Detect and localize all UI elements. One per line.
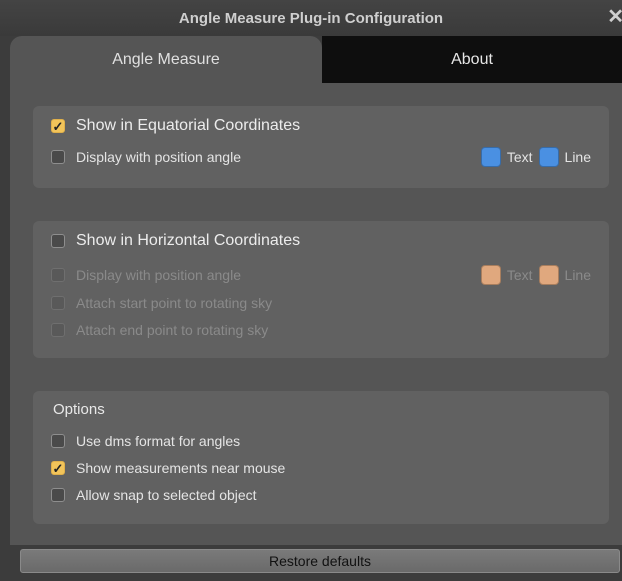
attach-end-label: Attach end point to rotating sky bbox=[76, 322, 269, 338]
horizontal-line-color-swatch[interactable] bbox=[538, 265, 559, 285]
horizontal-position-angle-label: Display with position angle bbox=[76, 267, 241, 283]
checkbox-icon[interactable] bbox=[51, 434, 65, 448]
equatorial-label: Show in Equatorial Coordinates bbox=[76, 117, 301, 134]
tab-about[interactable]: About bbox=[322, 36, 622, 83]
checkbox-icon[interactable] bbox=[51, 234, 65, 248]
equatorial-text-color-label: Text bbox=[506, 149, 533, 165]
checkbox-icon[interactable] bbox=[51, 268, 65, 282]
horizontal-text-color-label: Text bbox=[506, 267, 533, 283]
equatorial-color-controls: Text Line bbox=[475, 146, 591, 168]
checkbox-checked-icon[interactable]: ✓ bbox=[51, 461, 65, 475]
close-icon[interactable]: ✕ bbox=[607, 7, 622, 27]
dms-format-option[interactable]: Use dms format for angles bbox=[51, 430, 240, 452]
near-mouse-option[interactable]: ✓ Show measurements near mouse bbox=[51, 457, 285, 479]
tab-content-panel: ✓ Show in Equatorial Coordinates Display… bbox=[10, 83, 622, 545]
near-mouse-label: Show measurements near mouse bbox=[76, 460, 286, 476]
attach-end-option[interactable]: Attach end point to rotating sky bbox=[51, 319, 268, 341]
window-title: Angle Measure Plug-in Configuration bbox=[178, 9, 444, 27]
window-titlebar: Angle Measure Plug-in Configuration ✕ bbox=[0, 0, 622, 36]
equatorial-position-angle-option[interactable]: Display with position angle bbox=[51, 146, 241, 168]
checkbox-icon[interactable] bbox=[51, 296, 65, 310]
tab-angle-measure[interactable]: Angle Measure bbox=[10, 36, 322, 83]
equatorial-position-angle-label: Display with position angle bbox=[76, 149, 241, 165]
checkbox-checked-icon[interactable]: ✓ bbox=[51, 119, 65, 133]
equatorial-line-color-label: Line bbox=[564, 149, 591, 165]
equatorial-text-color-swatch[interactable] bbox=[480, 147, 501, 167]
checkbox-icon[interactable] bbox=[51, 323, 65, 337]
restore-defaults-button[interactable]: Restore defaults bbox=[20, 549, 620, 573]
options-title: Options bbox=[53, 401, 105, 418]
checkbox-icon[interactable] bbox=[51, 488, 65, 502]
horizontal-text-color-swatch[interactable] bbox=[480, 265, 501, 285]
horizontal-color-controls: Text Line bbox=[475, 264, 591, 286]
equatorial-line-color-swatch[interactable] bbox=[538, 147, 559, 167]
equatorial-group: ✓ Show in Equatorial Coordinates Display… bbox=[33, 106, 609, 188]
options-group: Options Use dms format for angles ✓ Show… bbox=[33, 391, 609, 524]
horizontal-label: Show in Horizontal Coordinates bbox=[76, 232, 301, 249]
horizontal-group: Show in Horizontal Coordinates Display w… bbox=[33, 221, 609, 358]
checkbox-icon[interactable] bbox=[51, 150, 65, 164]
dms-format-label: Use dms format for angles bbox=[76, 433, 241, 449]
attach-start-option[interactable]: Attach start point to rotating sky bbox=[51, 292, 272, 314]
horizontal-line-color-label: Line bbox=[564, 267, 591, 283]
snap-option[interactable]: Allow snap to selected object bbox=[51, 484, 257, 506]
snap-label: Allow snap to selected object bbox=[76, 487, 257, 503]
horizontal-position-angle-option[interactable]: Display with position angle bbox=[51, 264, 241, 286]
equatorial-toggle[interactable]: ✓ Show in Equatorial Coordinates bbox=[51, 115, 300, 137]
horizontal-toggle[interactable]: Show in Horizontal Coordinates bbox=[51, 230, 300, 252]
attach-start-label: Attach start point to rotating sky bbox=[76, 295, 273, 311]
